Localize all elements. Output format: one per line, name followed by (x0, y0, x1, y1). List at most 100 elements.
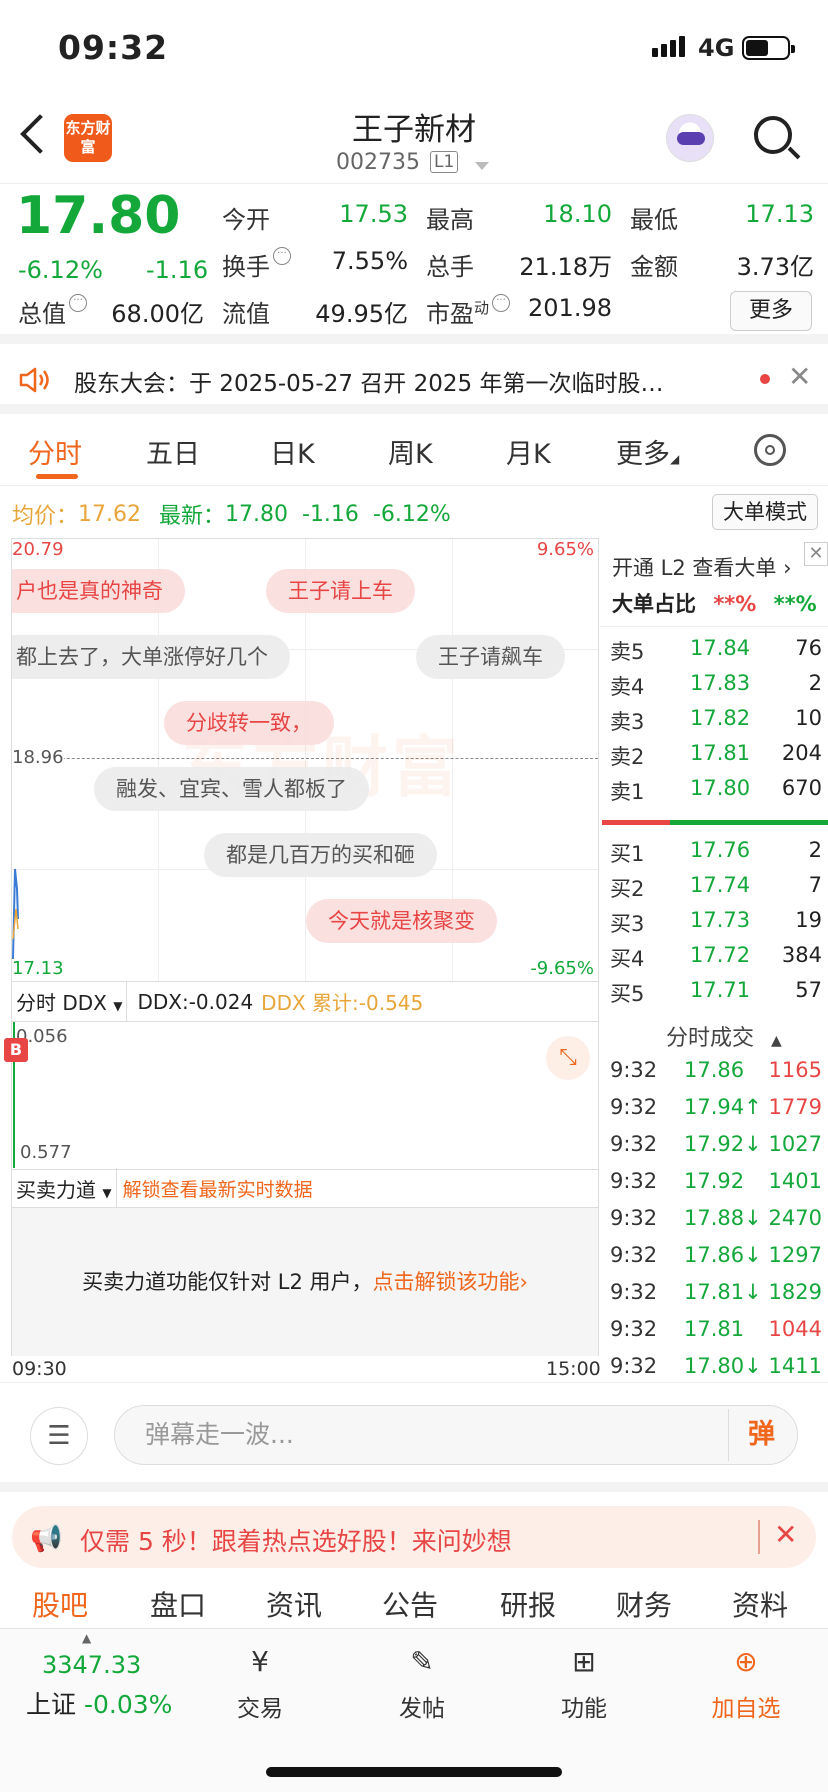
close-icon[interactable]: ✕ (774, 1518, 797, 1551)
tab-more[interactable]: 更多◢ (616, 432, 679, 471)
change-value: -1.16 (146, 256, 209, 284)
trade-row: 9:32 17.81↓ 1829 (610, 1280, 822, 1304)
ddx-panel: 分时 DDX ▼ DDX:-0.024 DDX 累计:-0.545 0.056 … (4, 981, 599, 1170)
turnover-label[interactable]: 换手 ··· (222, 247, 291, 282)
close-icon[interactable]: ✕ (804, 542, 828, 566)
price-info-line: 均价： 17.62 最新： 17.80 -1.16 -6.12% 大单模式 (0, 488, 828, 534)
network-type: 4G (698, 34, 735, 62)
danmu-bubble[interactable]: 都上去了，大单涨停好几个 (12, 635, 290, 679)
intraday-chart[interactable]: 东方财富 20.79 9.65% 18.96 17.13 -9.65% 户也是真… (11, 538, 599, 982)
close-icon[interactable]: ✕ (788, 360, 811, 393)
chevron-right-icon: › (519, 1270, 528, 1294)
danmu-bubble[interactable]: 王子请上车 (266, 569, 415, 613)
divider (758, 1520, 760, 1554)
tab-intraday[interactable]: 分时 (28, 432, 82, 471)
tab-forum[interactable]: 股吧 (32, 1584, 88, 1624)
gear-icon[interactable] (754, 434, 786, 466)
promo-text[interactable]: 仅需 5 秒！跟着热点选好股！来问妙想 (80, 1522, 512, 1558)
latest-change: -1.16 (302, 501, 359, 527)
ddx-selector[interactable]: 分时 DDX ▼ (12, 981, 128, 1022)
danmu-input[interactable]: 弹幕走一波... (114, 1405, 798, 1465)
amount-value: 3.73亿 (736, 253, 814, 281)
bid-row[interactable]: 买4 17.72 384 (610, 943, 822, 978)
send-danmu-button[interactable]: 弹 (728, 1409, 794, 1461)
ask-row[interactable]: 卖4 17.83 2 (610, 671, 822, 706)
danmu-bubble[interactable]: 融发、宜宾、雪人都板了 (94, 767, 369, 811)
more-button[interactable]: 更多 (730, 291, 812, 331)
avg-value: 17.62 (78, 501, 141, 527)
nav-functions[interactable]: ⊞ 功能 (524, 1643, 644, 1723)
danmu-input-bar: ☰ 弹幕走一波... 弹 (0, 1382, 828, 1482)
pe-label[interactable]: 市盈动 ··· (426, 294, 511, 329)
ask-row[interactable]: 卖2 17.81 204 (610, 741, 822, 776)
ask-row[interactable]: 卖1 17.80 670 (610, 776, 822, 811)
home-indicator (266, 1767, 562, 1777)
force-selector[interactable]: 买卖力道 ▼ (12, 1168, 117, 1209)
info-icon[interactable]: ··· (69, 294, 87, 312)
index-value[interactable]: 3347.33 (42, 1651, 141, 1679)
chevron-down-icon[interactable] (475, 162, 489, 170)
nav-trade[interactable]: ¥ 交易 (200, 1643, 320, 1723)
index-readout[interactable]: 上证 -0.03% (26, 1685, 172, 1721)
triangle-up-icon: ▲ (771, 1033, 782, 1049)
trades-title[interactable]: 分时成交 ▲ (666, 1020, 782, 1052)
nav-post[interactable]: ✎ 发帖 (362, 1643, 482, 1723)
ask-row[interactable]: 卖3 17.82 10 (610, 706, 822, 741)
big-order-mode-button[interactable]: 大单模式 (712, 494, 818, 530)
yen-cycle-icon: ¥ (251, 1645, 269, 1678)
market-cap-label[interactable]: 总值 ··· (18, 294, 87, 329)
promo-box[interactable]: 📢 仅需 5 秒！跟着热点选好股！来问妙想 ✕ (12, 1506, 816, 1568)
status-bar: 09:32 4G (0, 0, 828, 96)
danmu-bubble[interactable]: 今天就是核聚变 (306, 899, 497, 943)
chart-tabs: 分时 五日 日K 周K 月K 更多◢ (0, 414, 828, 486)
unlock-link[interactable]: 解锁查看最新实时数据 (123, 1175, 313, 1202)
danmu-bubble[interactable]: 都是几百万的买和砸 (204, 833, 437, 877)
tab-research[interactable]: 研报 (500, 1584, 556, 1624)
danmu-bubble[interactable]: 分歧转一致， (164, 701, 334, 745)
tab-five-day[interactable]: 五日 (146, 432, 200, 471)
avg-label: 均价： (12, 504, 79, 529)
force-locked-body[interactable]: 买卖力道功能仅针对 L2 用户，点击解锁该功能› (12, 1208, 598, 1356)
announcement-text[interactable]: 股东大会：于 2025-05-27 召开 2025 年第一次临时股… (74, 364, 724, 398)
announcement-bar[interactable]: 股东大会：于 2025-05-27 召开 2025 年第一次临时股… ✕ (0, 344, 828, 414)
edit-icon: ✎ (410, 1645, 434, 1678)
big-order-ratio-down: **% (773, 592, 817, 616)
tab-announcements[interactable]: 公告 (382, 1584, 438, 1624)
tab-monthly-k[interactable]: 月K (506, 432, 551, 471)
nav-add-watchlist[interactable]: ⊕ 加自选 (686, 1643, 806, 1723)
danmu-settings-icon[interactable]: ☰ (30, 1407, 88, 1465)
search-icon[interactable] (754, 116, 792, 154)
danmu-bubble[interactable]: 王子请飙车 (416, 635, 565, 679)
tab-weekly-k[interactable]: 周K (388, 432, 433, 471)
tab-finance[interactable]: 财务 (616, 1584, 672, 1624)
bid-row[interactable]: 买3 17.73 19 (610, 908, 822, 943)
info-icon[interactable]: ··· (273, 247, 291, 265)
high-label: 最高 (426, 206, 474, 234)
axis-top-pct: 9.65% (536, 539, 594, 560)
tab-daily-k[interactable]: 日K (270, 432, 315, 471)
divider (600, 626, 828, 627)
buy-signal-badge[interactable]: B (4, 1038, 28, 1062)
expand-icon[interactable]: ⤡ (546, 1036, 590, 1080)
bid-row[interactable]: 买5 17.71 57 (610, 978, 822, 1013)
index-name: 上证 (26, 1690, 77, 1719)
volume-value: 21.18万 (519, 253, 612, 281)
tab-profile[interactable]: 资料 (732, 1584, 788, 1624)
bid-row[interactable]: 买2 17.74 7 (610, 873, 822, 908)
ask-row[interactable]: 卖5 17.84 76 (610, 636, 822, 671)
stock-code[interactable]: 002735 (336, 150, 420, 175)
open-l2-link[interactable]: 开通 L2 查看大单 › (612, 552, 791, 582)
unlock-feature-link[interactable]: 点击解锁该功能 (373, 1270, 520, 1294)
level-badge[interactable]: L1 (430, 151, 459, 173)
danmu-bubble[interactable]: 户也是真的神奇 (12, 569, 185, 613)
content-tabs: 股吧 盘口 资讯 公告 研报 财务 资料 (0, 1578, 828, 1628)
tab-news[interactable]: 资讯 (266, 1584, 322, 1624)
latest-value: 17.80 (225, 501, 288, 527)
tab-market-depth[interactable]: 盘口 (150, 1584, 206, 1624)
trade-row: 9:32 17.92 1401 (610, 1169, 822, 1193)
buy-sell-force-panel: 买卖力道 ▼ 解锁查看最新实时数据 买卖力道功能仅针对 L2 用户，点击解锁该功… (11, 1168, 599, 1356)
bid-row[interactable]: 买1 17.76 2 (610, 838, 822, 873)
robot-assistant-icon[interactable] (666, 114, 714, 162)
pe-dynamic-sup: 动 (474, 299, 490, 317)
ddx-header: 分时 DDX ▼ DDX:-0.024 DDX 累计:-0.545 (12, 981, 598, 1022)
